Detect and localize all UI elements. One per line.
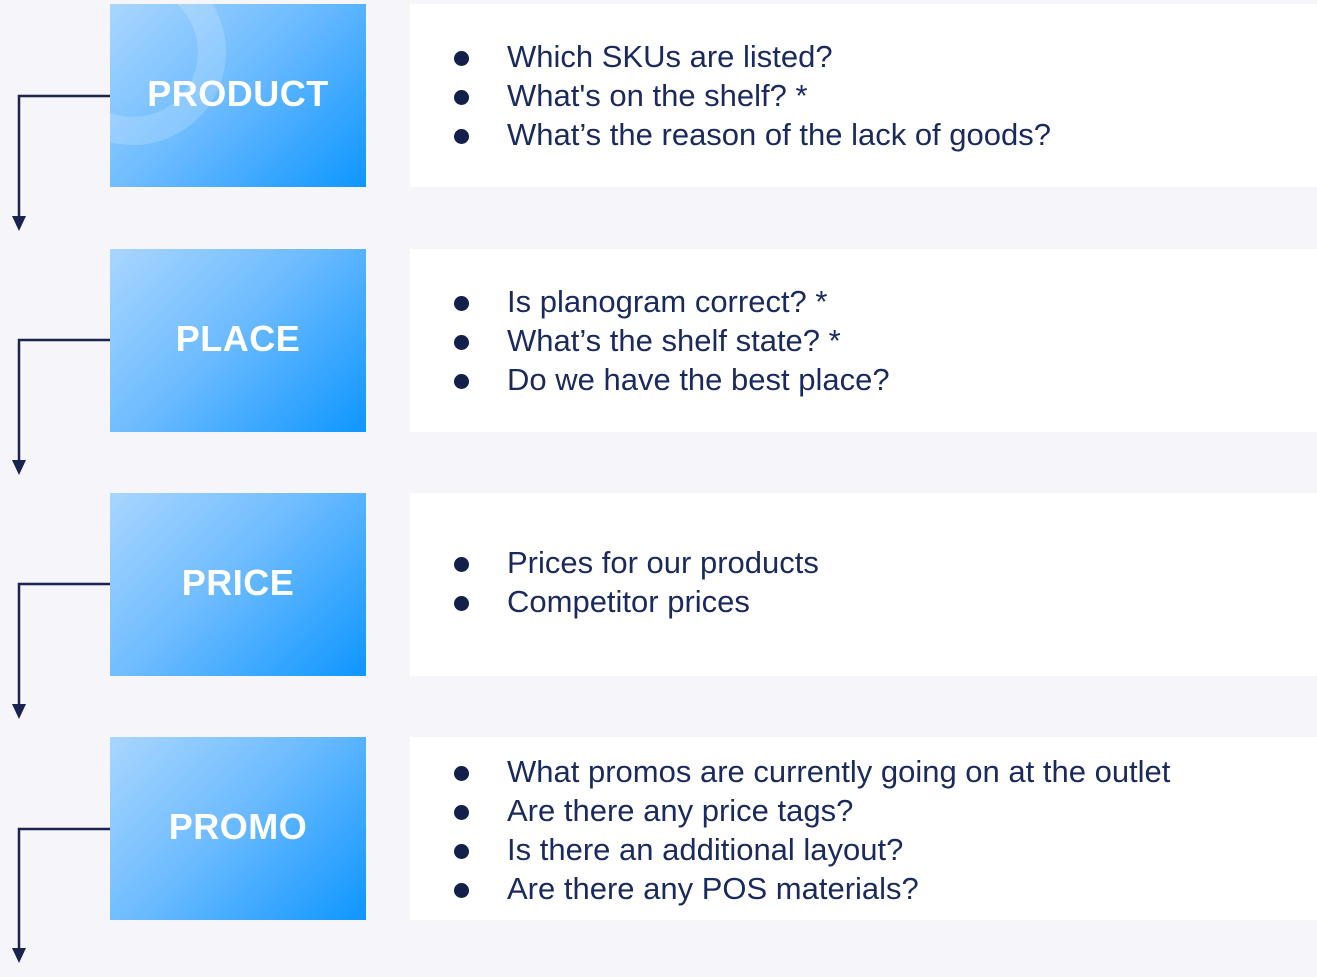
flow-connector-arrow	[12, 338, 110, 475]
section-promo: PROMO What promos are currently going on…	[0, 737, 1317, 963]
question-text: Is there an additional layout?	[507, 832, 904, 867]
list-item: What promos are currently going on at th…	[450, 752, 1170, 791]
list-item: Is planogram correct? *	[450, 282, 890, 321]
bullet-icon	[454, 844, 469, 859]
question-text: What’s the reason of the lack of goods?	[507, 117, 1051, 152]
bullet-icon	[454, 805, 469, 820]
list-item: What’s the reason of the lack of goods?	[450, 115, 1051, 154]
flow-connector-arrow	[12, 582, 110, 719]
section-place: PLACE Is planogram correct? * What’s the…	[0, 249, 1317, 475]
flow-connector-arrow	[12, 94, 110, 231]
list-item: Are there any POS materials?	[450, 869, 1170, 908]
flow-connector-arrow	[12, 827, 110, 963]
section-questions-card: Prices for our products Competitor price…	[410, 493, 1317, 676]
section-label: PLACE	[175, 317, 301, 359]
section-price: PRICE Prices for our products Competitor…	[0, 493, 1317, 719]
section-questions-card: What promos are currently going on at th…	[410, 737, 1317, 920]
list-item: Do we have the best place?	[450, 360, 890, 399]
question-text: Competitor prices	[507, 584, 750, 619]
list-item: What’s the shelf state? *	[450, 321, 890, 360]
question-list: Is planogram correct? * What’s the shelf…	[450, 282, 890, 399]
section-label: PRICE	[181, 561, 295, 603]
question-text: Are there any price tags?	[507, 793, 854, 828]
bullet-icon	[454, 883, 469, 898]
list-item: What's on the shelf? *	[450, 76, 1051, 115]
question-text: Do we have the best place?	[507, 362, 890, 397]
bullet-icon	[454, 766, 469, 781]
section-questions-card: Which SKUs are listed? What's on the she…	[410, 4, 1317, 187]
section-label-box: PROMO	[110, 737, 366, 920]
section-questions-card: Is planogram correct? * What’s the shelf…	[410, 249, 1317, 432]
section-label-box: PLACE	[110, 249, 366, 432]
question-list: What promos are currently going on at th…	[450, 752, 1170, 908]
list-item: Competitor prices	[450, 582, 819, 621]
question-list: Prices for our products Competitor price…	[450, 543, 819, 621]
question-text: What’s the shelf state? *	[507, 323, 841, 358]
question-text: Are there any POS materials?	[507, 871, 919, 906]
question-text: Prices for our products	[507, 545, 819, 580]
question-text: Is planogram correct? *	[507, 284, 828, 319]
bullet-icon	[454, 129, 469, 144]
list-item: Is there an additional layout?	[450, 830, 1170, 869]
bullet-icon	[454, 557, 469, 572]
section-label: PROMO	[168, 805, 308, 847]
list-item: Prices for our products	[450, 543, 819, 582]
question-text: What's on the shelf? *	[507, 78, 808, 113]
section-label-box: PRICE	[110, 493, 366, 676]
section-product: PRODUCT Which SKUs are listed? What's on…	[0, 4, 1317, 231]
list-item: Which SKUs are listed?	[450, 37, 1051, 76]
section-label-box: PRODUCT	[110, 4, 366, 187]
bullet-icon	[454, 596, 469, 611]
bullet-icon	[454, 51, 469, 66]
bullet-icon	[454, 296, 469, 311]
section-label: PRODUCT	[147, 72, 329, 114]
list-item: Are there any price tags?	[450, 791, 1170, 830]
bullet-icon	[454, 374, 469, 389]
bullet-icon	[454, 335, 469, 350]
bullet-icon	[454, 90, 469, 105]
question-list: Which SKUs are listed? What's on the she…	[450, 37, 1051, 154]
question-text: What promos are currently going on at th…	[507, 754, 1171, 789]
question-text: Which SKUs are listed?	[507, 39, 833, 74]
